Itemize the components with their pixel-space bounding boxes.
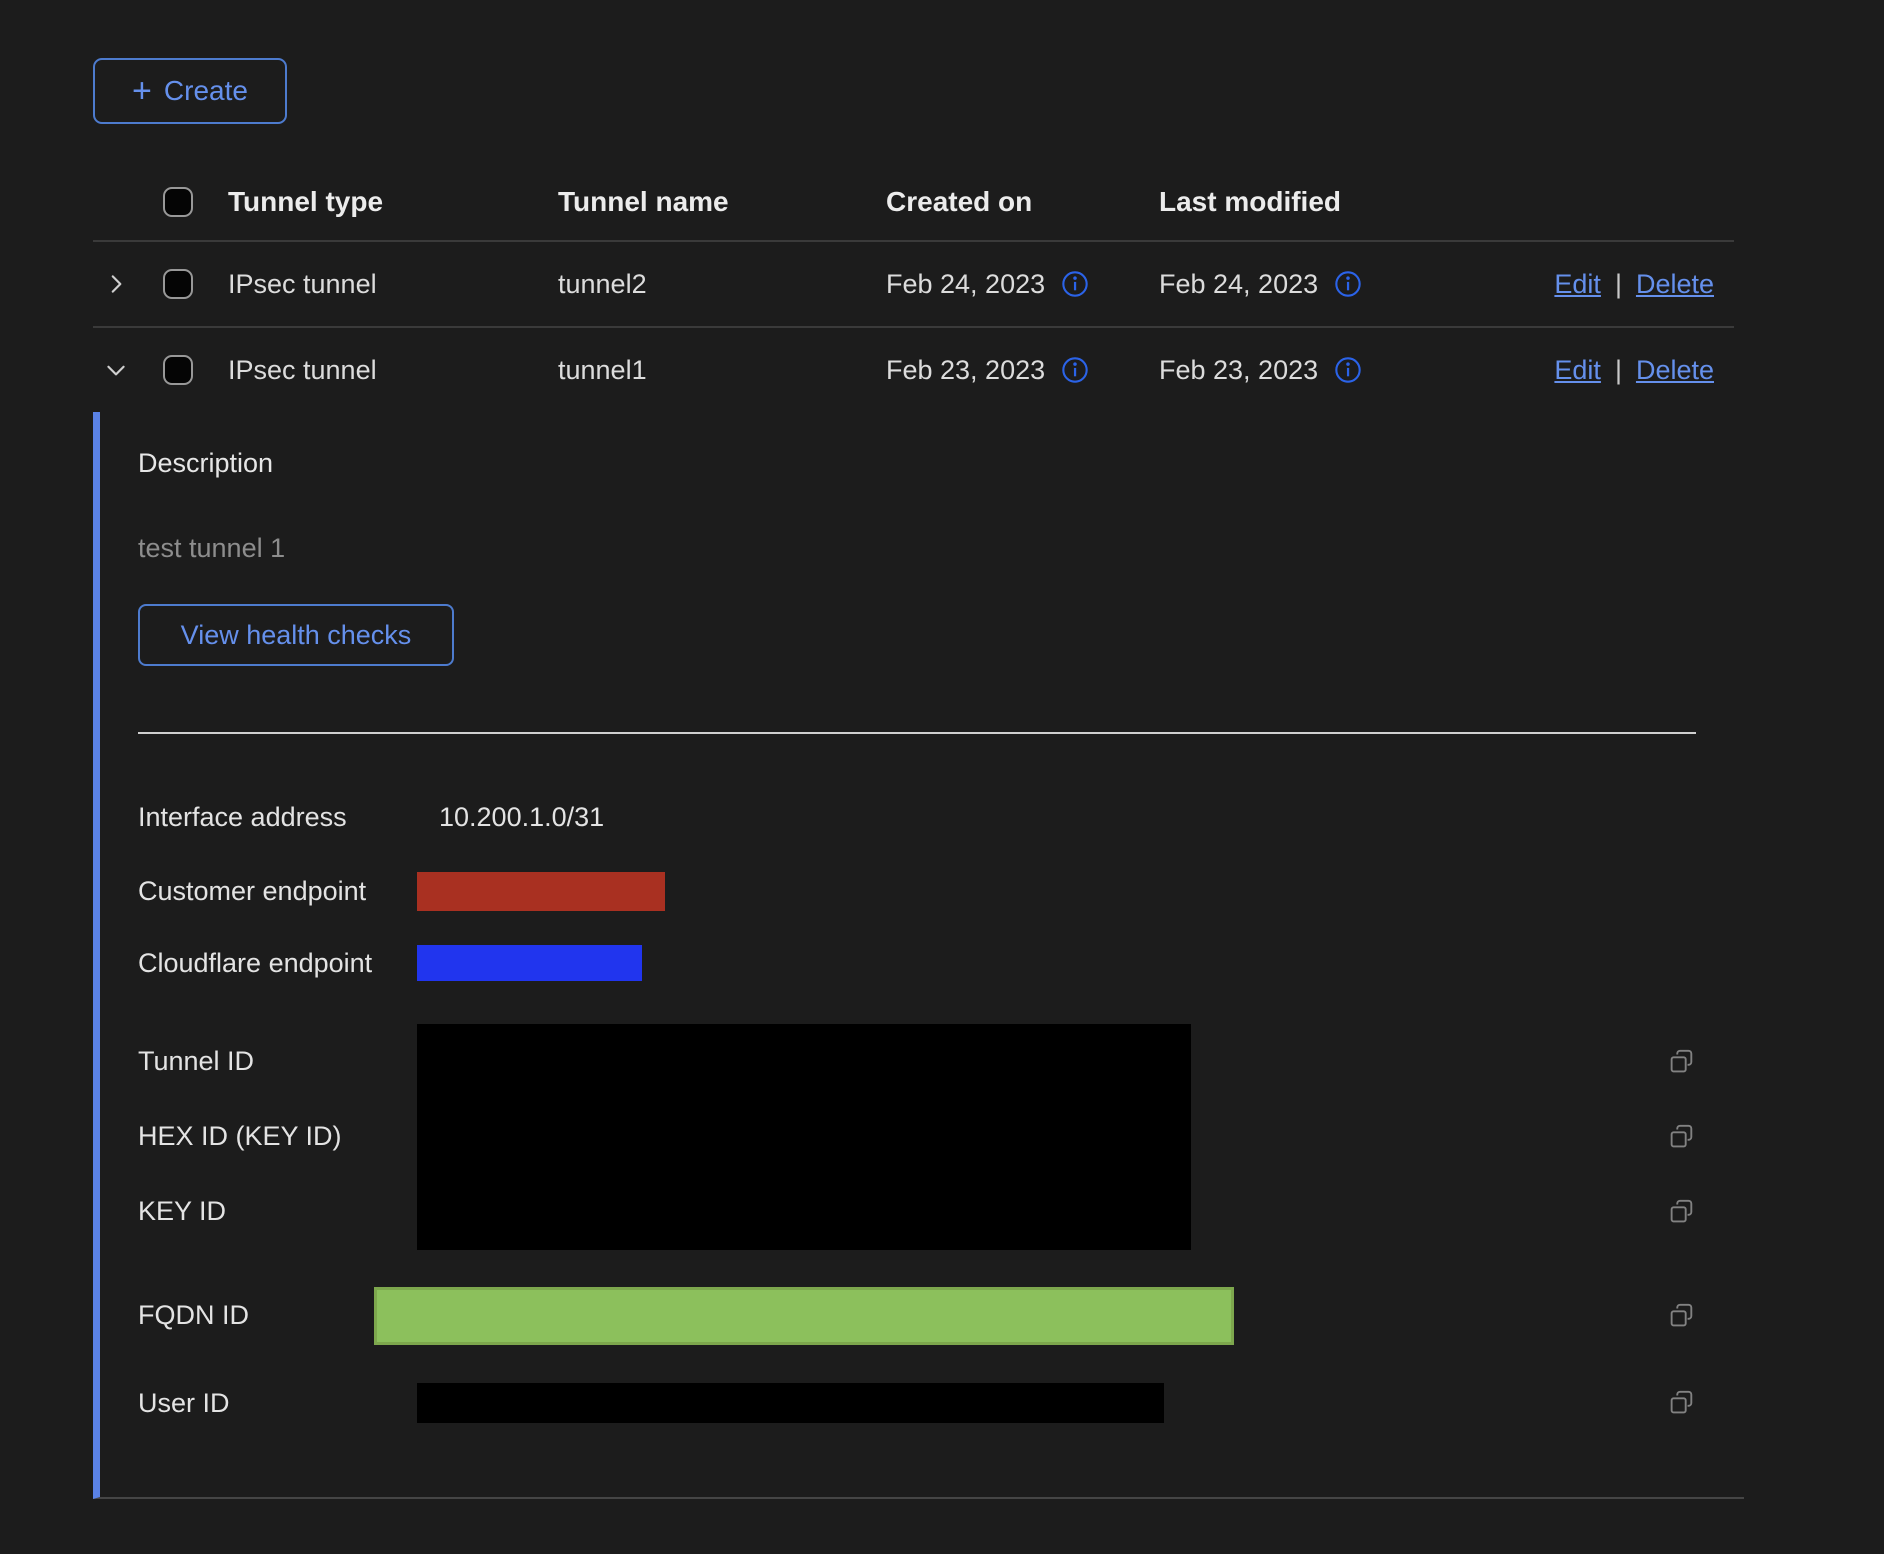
user-id-row: User ID [138,1373,1696,1433]
cloudflare-endpoint-redacted-value [417,945,642,981]
cell-last-modified: Feb 24, 2023 [1159,269,1318,300]
description-value: test tunnel 1 [138,533,1696,564]
copy-icon [1666,1197,1696,1227]
customer-endpoint-label: Customer endpoint [138,876,417,907]
header-created-on: Created on [886,186,1159,218]
user-id-redacted-value [417,1383,1164,1423]
modified-info-icon[interactable] [1334,356,1362,384]
chevron-right-icon [103,271,129,297]
row-checkbox-tunnel1[interactable] [163,355,193,385]
interface-address-value: 10.200.1.0/31 [417,802,604,833]
action-separator: | [1615,355,1622,386]
copy-hex-id-button[interactable] [1666,1122,1696,1152]
chevron-down-icon [103,357,129,383]
user-id-label: User ID [138,1388,417,1419]
delete-tunnel1-link[interactable]: Delete [1636,355,1714,386]
copy-user-id-button[interactable] [1666,1388,1696,1418]
id-fields-group: Tunnel ID HEX ID (KEY ID) KEY ID [138,1024,1696,1250]
table-row-tunnel1: IPsec tunnel tunnel1 Feb 23, 2023 Feb 23… [93,328,1734,412]
tunnel-fields: Interface address 10.200.1.0/31 Customer… [138,780,1696,1433]
copy-icon [1666,1388,1696,1418]
edit-tunnel2-link[interactable]: Edit [1554,269,1601,300]
hex-id-label: HEX ID (KEY ID) [138,1099,417,1174]
header-tunnel-type: Tunnel type [228,186,558,218]
header-last-modified: Last modified [1159,186,1541,218]
copy-icon [1666,1301,1696,1331]
table-header-row: Tunnel type Tunnel name Created on Last … [93,164,1734,240]
tunnel1-details-panel: Description test tunnel 1 View health ch… [93,412,1744,1499]
copy-key-id-button[interactable] [1666,1197,1696,1227]
cell-tunnel-name: tunnel1 [558,355,886,386]
created-info-icon[interactable] [1061,356,1089,384]
create-button[interactable]: + Create [93,58,287,124]
collapse-row-button[interactable] [103,357,129,383]
action-separator: | [1615,269,1622,300]
cell-tunnel-name: tunnel2 [558,269,886,300]
copy-fqdn-id-button[interactable] [1666,1301,1696,1331]
expand-row-button[interactable] [103,271,129,297]
panel-divider [138,732,1696,734]
created-info-icon[interactable] [1061,270,1089,298]
interface-address-label: Interface address [138,802,417,833]
copy-tunnel-id-button[interactable] [1666,1047,1696,1077]
create-button-label: Create [164,75,248,107]
customer-endpoint-row: Customer endpoint [138,854,1696,928]
header-tunnel-name: Tunnel name [558,186,886,218]
modified-info-icon[interactable] [1334,270,1362,298]
edit-tunnel1-link[interactable]: Edit [1554,355,1601,386]
cell-tunnel-type: IPsec tunnel [228,269,558,300]
tunnel-id-label: Tunnel ID [138,1024,417,1099]
delete-tunnel2-link[interactable]: Delete [1636,269,1714,300]
cell-created-on: Feb 23, 2023 [886,355,1045,386]
key-id-label: KEY ID [138,1174,417,1249]
cloudflare-endpoint-row: Cloudflare endpoint [138,928,1696,998]
cell-created-on: Feb 24, 2023 [886,269,1045,300]
copy-icon [1666,1047,1696,1077]
tunnels-table: Tunnel type Tunnel name Created on Last … [93,164,1734,1499]
fqdn-id-row: FQDN ID [138,1272,1696,1359]
cloudflare-endpoint-label: Cloudflare endpoint [138,948,417,979]
customer-endpoint-redacted-value [417,872,665,911]
view-health-checks-button[interactable]: View health checks [138,604,454,666]
row-checkbox-tunnel2[interactable] [163,269,193,299]
interface-address-row: Interface address 10.200.1.0/31 [138,780,1696,854]
select-all-checkbox[interactable] [163,187,193,217]
cell-tunnel-type: IPsec tunnel [228,355,558,386]
plus-icon: + [132,74,152,108]
ids-redacted-value [417,1024,1191,1250]
copy-icon [1666,1122,1696,1152]
cell-last-modified: Feb 23, 2023 [1159,355,1318,386]
description-label: Description [138,448,1696,479]
table-row-tunnel2: IPsec tunnel tunnel2 Feb 24, 2023 Feb 24… [93,242,1734,326]
fqdn-id-redacted-value [374,1287,1234,1345]
tunnels-page: + Create Tunnel type Tunnel name Created… [0,0,1884,1554]
